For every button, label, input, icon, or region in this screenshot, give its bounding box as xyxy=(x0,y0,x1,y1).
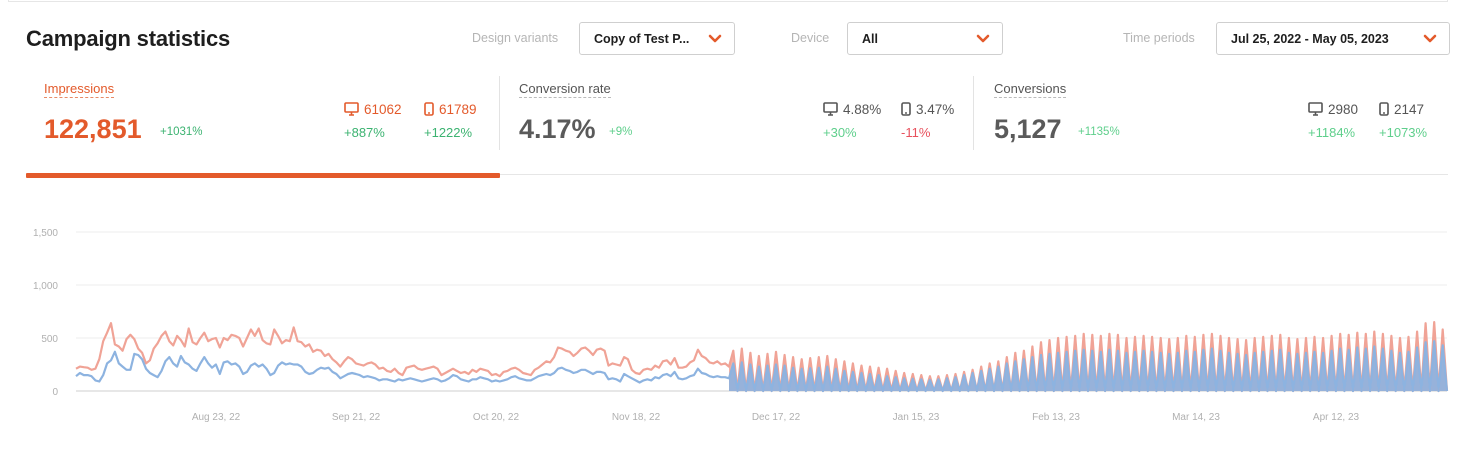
metric-label[interactable]: Conversions xyxy=(994,81,1067,98)
desktop-value: 4.88% xyxy=(843,102,882,117)
design-variants-value: Copy of Test P... xyxy=(594,32,690,46)
time-periods-select[interactable]: Jul 25, 2022 - May 05, 2023 xyxy=(1216,22,1450,55)
impressions-chart: 0 500 1,000 1,500 Aug 23, 22 Sep 21, 22 Oct 20… xyxy=(33,228,1449,423)
header: Campaign statistics Design variants Copy… xyxy=(0,20,1472,56)
metric-divider xyxy=(499,76,500,150)
x-tick-label: Feb 13, 23 xyxy=(1032,412,1080,423)
x-tick-label: Jan 15, 23 xyxy=(893,412,940,423)
x-tick-label: Nov 18, 22 xyxy=(612,412,661,423)
design-variants-label: Design variants xyxy=(472,31,559,45)
active-tab-indicator xyxy=(26,173,500,178)
metric-label[interactable]: Impressions xyxy=(44,81,115,98)
y-tick-label: 1,500 xyxy=(33,228,58,239)
mobile-value: 2147 xyxy=(1394,102,1425,117)
desktop-icon xyxy=(1308,102,1323,116)
x-tick-label: Sep 21, 22 xyxy=(332,412,381,423)
metric-value: 4.17% xyxy=(519,114,596,144)
time-periods-label: Time periods xyxy=(1123,31,1195,45)
mobile-change: +1222% xyxy=(424,125,473,140)
metric-delta: +1135% xyxy=(1078,126,1120,138)
metric-impressions[interactable]: Impressions 122,851 +1031% 61062 61789 +… xyxy=(44,76,484,150)
desktop-stat: 2980 xyxy=(1308,102,1358,117)
metric-value: 5,127 xyxy=(994,114,1062,144)
desktop-icon xyxy=(344,102,359,116)
metrics-row: Impressions 122,851 +1031% 61062 61789 +… xyxy=(0,76,1472,176)
metric-value: 122,851 xyxy=(44,114,142,144)
desktop-icon xyxy=(823,102,838,116)
metric-conversions[interactable]: Conversions 5,127 +1135% 2980 2147 +1184… xyxy=(994,76,1444,150)
y-tick-label: 0 xyxy=(52,387,58,398)
mobile-stat: 2147 xyxy=(1379,102,1424,117)
metric-label[interactable]: Conversion rate xyxy=(519,81,611,98)
mobile-icon xyxy=(901,102,911,116)
x-tick-label: Oct 20, 22 xyxy=(473,412,520,423)
mobile-icon xyxy=(424,102,434,116)
x-tick-label: Dec 17, 22 xyxy=(752,412,801,423)
desktop-series-line xyxy=(75,340,1449,393)
mobile-change: +1073% xyxy=(1379,125,1428,140)
device-label: Device xyxy=(791,31,830,45)
metric-conversion-rate[interactable]: Conversion rate 4.17% +9% 4.88% 3.47% +3… xyxy=(519,76,959,150)
x-tick-label: Aug 23, 22 xyxy=(192,412,241,423)
desktop-change: +887% xyxy=(344,125,385,140)
x-tick-label: Apr 12, 23 xyxy=(1313,412,1360,423)
metric-divider xyxy=(973,76,974,150)
chevron-down-icon xyxy=(708,34,722,43)
design-variants-select[interactable]: Copy of Test P... xyxy=(579,22,735,55)
mobile-value: 61789 xyxy=(439,102,477,117)
mobile-value: 3.47% xyxy=(916,102,955,117)
time-periods-value: Jul 25, 2022 - May 05, 2023 xyxy=(1231,32,1389,46)
metric-delta: +9% xyxy=(609,126,633,138)
chevron-down-icon xyxy=(1423,34,1437,43)
metric-delta: +1031% xyxy=(160,126,203,138)
x-tick-label: Mar 14, 23 xyxy=(1172,412,1220,423)
page-title: Campaign statistics xyxy=(26,26,231,51)
mobile-icon xyxy=(1379,102,1389,116)
desktop-value: 61062 xyxy=(364,102,402,117)
device-value: All xyxy=(862,32,878,46)
desktop-stat: 4.88% xyxy=(823,102,881,117)
top-card-border xyxy=(8,0,1448,2)
y-tick-label: 500 xyxy=(41,334,58,345)
mobile-change: -11% xyxy=(901,125,931,140)
desktop-change: +1184% xyxy=(1308,125,1356,140)
mobile-stat: 61789 xyxy=(424,102,477,117)
desktop-change: +30% xyxy=(823,125,857,140)
chevron-down-icon xyxy=(976,34,990,43)
desktop-stat: 61062 xyxy=(344,102,402,117)
device-select[interactable]: All xyxy=(847,22,1003,55)
y-tick-label: 1,000 xyxy=(33,281,58,292)
desktop-value: 2980 xyxy=(1328,102,1359,117)
mobile-stat: 3.47% xyxy=(901,102,954,117)
